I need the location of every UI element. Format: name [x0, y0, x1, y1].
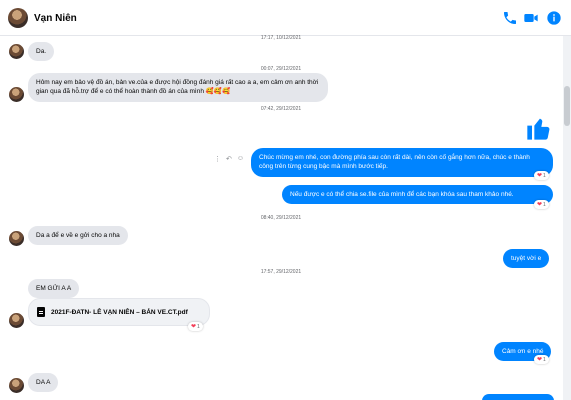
file-name[interactable]: 2021F-ĐATN- LÊ VẠN NIÊN – BẢN VE.CT.pdf	[51, 309, 188, 316]
heart-icon: ❤	[537, 202, 543, 208]
file-attachment[interactable]: 2021F-ĐATN- LÊ VẠN NIÊN – BẢN VE.CT.pdf	[28, 298, 210, 326]
message-incoming[interactable]: Da a để e về e gởi cho a nha	[28, 226, 128, 246]
heart-icon: ❤	[537, 357, 543, 363]
contact-avatar[interactable]	[9, 231, 24, 246]
more-icon[interactable]: ⋮	[214, 155, 221, 163]
react-icon[interactable]: ☺	[237, 155, 244, 163]
scrollbar-thumb[interactable]	[564, 86, 570, 126]
timestamp: 07:42, 29/12/2021	[260, 106, 302, 112]
contact-avatar[interactable]	[9, 313, 24, 328]
message-actions: ⋮ ↶ ☺	[214, 155, 244, 163]
chat-header: Vạn Niên	[0, 0, 571, 36]
reaction-badge[interactable]: ❤ 1	[188, 322, 203, 331]
contact-avatar[interactable]	[9, 87, 24, 102]
reaction-badge[interactable]: ❤ 1	[534, 355, 549, 364]
timestamp: 00:07, 29/12/2021	[260, 66, 302, 72]
reaction-badge[interactable]: ❤ 1	[534, 171, 549, 180]
message-outgoing-partial[interactable]	[482, 394, 554, 400]
info-icon[interactable]	[546, 10, 562, 26]
thumbs-up-icon[interactable]	[525, 114, 553, 142]
heart-icon: ❤	[191, 324, 197, 330]
contact-avatar[interactable]	[9, 44, 24, 59]
timestamp: 17:57, 29/12/2021	[260, 269, 302, 275]
contact-avatar[interactable]	[8, 8, 28, 28]
message-incoming[interactable]: Da.	[28, 42, 55, 62]
reply-icon[interactable]: ↶	[226, 155, 232, 163]
video-icon[interactable]	[523, 10, 539, 26]
message-incoming[interactable]: DA A	[28, 373, 59, 393]
heart-icon: ❤	[537, 173, 543, 179]
file-icon	[37, 307, 45, 317]
phone-icon[interactable]	[502, 10, 518, 26]
contact-name[interactable]: Vạn Niên	[34, 13, 77, 24]
message-outgoing[interactable]: tuyệt vời e	[503, 249, 550, 269]
reaction-badge[interactable]: ❤ 1	[534, 200, 549, 209]
contact-avatar[interactable]	[9, 378, 24, 393]
timestamp: 17:17, 10/12/2021	[260, 35, 302, 41]
timestamp: 08:40, 29/12/2021	[260, 215, 302, 221]
message-incoming[interactable]: EM GỬI A A	[28, 279, 80, 299]
message-outgoing[interactable]: Chúc mừng em nhé, con đường phía sau còn…	[251, 148, 553, 177]
message-outgoing[interactable]: Nếu được e có thể chia se.file của mình …	[282, 185, 553, 205]
message-incoming[interactable]: Hôm nay em bảo vệ đồ án, bản ve.của e đư…	[28, 73, 328, 102]
scrollbar[interactable]	[563, 36, 571, 400]
